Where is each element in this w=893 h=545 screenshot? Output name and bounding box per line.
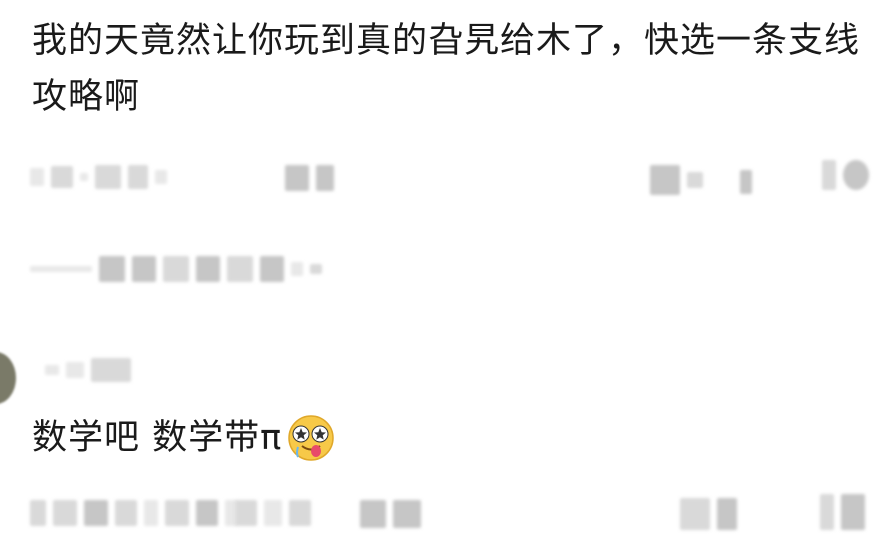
comment-text: 数学吧 数学带π	[32, 418, 283, 458]
comment-text-row: 数学吧 数学带π	[32, 410, 336, 466]
comment-meta-blurred	[30, 500, 237, 526]
reply-button-blurred[interactable]	[360, 500, 421, 528]
reply-button-blurred[interactable]	[285, 165, 334, 191]
like-button-blurred[interactable]	[680, 498, 737, 530]
drooling-star-eyes-emoji	[288, 415, 334, 461]
avatar[interactable]	[0, 352, 16, 404]
comment-meta-blurred	[30, 165, 167, 189]
like-count-blurred	[740, 170, 752, 194]
dislike-button-blurred[interactable]	[820, 494, 865, 530]
like-button-blurred[interactable]	[650, 165, 703, 195]
username-blurred[interactable]	[45, 358, 131, 382]
comment-text: 我的天竟然让你玩到真的旮旯给木了，快选一条支线攻略啊	[32, 21, 861, 117]
dislike-button-blurred[interactable]	[822, 160, 869, 190]
expand-replies-blurred[interactable]	[30, 256, 322, 282]
comment-time-blurred	[235, 500, 311, 526]
